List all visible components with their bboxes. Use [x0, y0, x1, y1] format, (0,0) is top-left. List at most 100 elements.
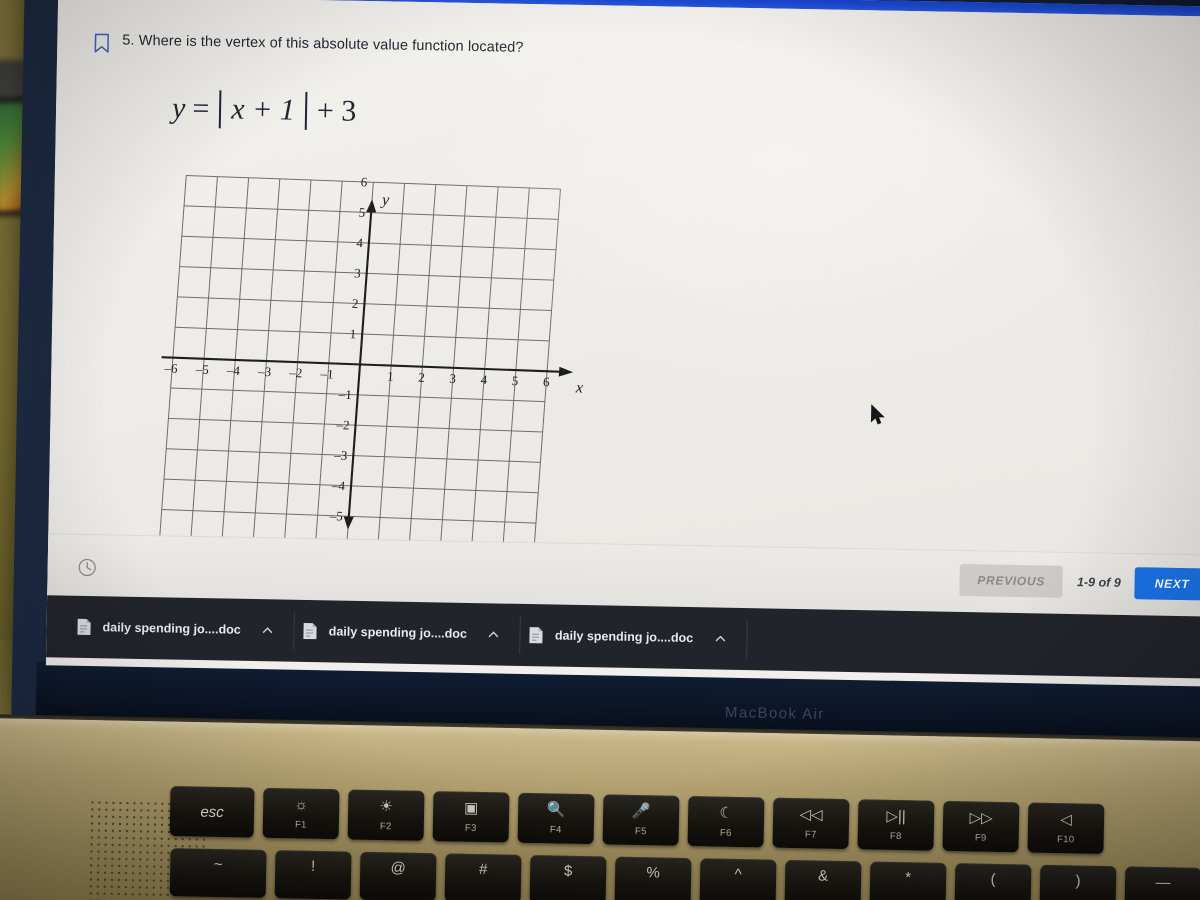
page-count-label: 1-9 of 9	[1076, 575, 1121, 590]
document-icon	[77, 618, 91, 636]
key-label: $	[563, 862, 573, 880]
bookmark-outline-icon[interactable]	[93, 33, 110, 54]
key-spotlight-search-icon[interactable]: 🔍 F4	[517, 792, 595, 845]
chevron-up-icon[interactable]	[488, 628, 500, 640]
equation-display: y = x + 1 + 3	[172, 89, 357, 130]
play-pause-icon: ▷||	[886, 807, 906, 825]
key-label: *	[905, 869, 912, 887]
brightness-up-icon: ☀	[379, 797, 394, 815]
svg-text:5: 5	[511, 373, 519, 388]
key-fn-label: F9	[974, 831, 987, 844]
clock-icon[interactable]	[77, 558, 96, 577]
key-symbol-7[interactable]: &	[784, 859, 862, 900]
svg-text:3: 3	[449, 371, 457, 386]
key-fn-label: F8	[889, 830, 902, 842]
svg-text:–5: –5	[328, 508, 343, 523]
key-escape-key[interactable]: esc	[169, 786, 255, 838]
document-icon	[529, 627, 544, 644]
key-brightness-down-icon[interactable]: ☼ F1	[262, 787, 340, 840]
key-fast-forward-icon[interactable]: ▷▷ F9	[942, 800, 1020, 853]
abs-bar-right-icon	[304, 91, 308, 130]
rewind-icon: ◁◁	[799, 805, 823, 824]
key-symbol-11[interactable]: —	[1124, 866, 1200, 900]
key-fn-label: F4	[549, 823, 562, 836]
key-fn-label: F5	[634, 825, 647, 837]
key-mission-control-icon[interactable]: ▣ F3	[432, 791, 510, 843]
next-button[interactable]: NEXT	[1134, 567, 1200, 601]
key-symbol-3[interactable]: #	[444, 853, 522, 900]
svg-text:–3: –3	[257, 364, 272, 379]
svg-text:–5: –5	[194, 361, 209, 376]
mute-icon: ◁	[1060, 810, 1073, 828]
key-label: (	[990, 870, 996, 888]
svg-text:4: 4	[356, 235, 364, 250]
key-symbol-1[interactable]: !	[274, 850, 352, 900]
key-symbol-4[interactable]: $	[529, 855, 607, 900]
equation-inner: x + 1	[231, 92, 296, 127]
svg-text:–4: –4	[331, 478, 347, 493]
key-label: —	[1155, 874, 1171, 892]
brightness-down-icon: ☼	[294, 795, 309, 814]
key-label: esc	[200, 803, 224, 821]
key-label: #	[478, 861, 488, 879]
key-fn-label: F10	[1056, 833, 1075, 845]
key-label: !	[310, 857, 316, 875]
key-symbol-5[interactable]: %	[614, 856, 692, 900]
key-label: @	[390, 859, 406, 877]
question-header: 5. Where is the vertex of this absolute …	[93, 32, 524, 62]
download-filename: daily spending jo....doc	[328, 624, 468, 641]
key-fn-label: F2	[379, 820, 392, 832]
macbook-brand-label: MacBook Air	[724, 704, 825, 723]
svg-text:–6: –6	[163, 360, 179, 375]
chevron-up-icon[interactable]	[714, 632, 726, 644]
key-symbol-0[interactable]: ~	[169, 848, 267, 898]
svg-text:2: 2	[418, 370, 426, 385]
screenshot-root: MacBook Air 5. Where is the vertex of th…	[0, 0, 1200, 900]
graph-svg: –6–5–4–3–2–1123456654321–1–2–3–4–5–6 xy	[159, 174, 584, 554]
svg-text:5: 5	[358, 205, 366, 220]
key-rewind-icon[interactable]: ◁◁ F7	[772, 797, 850, 850]
key-label: ^	[734, 865, 742, 884]
dictation-mic-icon: 🎤	[631, 802, 651, 820]
mission-control-icon: ▣	[463, 799, 479, 817]
svg-text:1: 1	[387, 368, 395, 383]
key-symbol-9[interactable]: (	[954, 863, 1032, 900]
key-do-not-disturb-moon-icon[interactable]: ☾ F6	[687, 795, 765, 848]
laptop-screen: 5. Where is the vertex of this absolute …	[45, 0, 1200, 687]
pagination-controls: PREVIOUS 1-9 of 9 NEXT	[959, 563, 1200, 601]
key-fn-label: F7	[804, 828, 817, 840]
svg-text:–1: –1	[319, 366, 334, 381]
svg-text:–3: –3	[333, 447, 348, 462]
download-filename: daily spending jo....doc	[102, 620, 241, 637]
download-item[interactable]: daily spending jo....doc	[294, 611, 522, 654]
previous-button[interactable]: PREVIOUS	[959, 563, 1064, 598]
quiz-page: 5. Where is the vertex of this absolute …	[47, 0, 1200, 617]
svg-text:3: 3	[354, 265, 362, 280]
document-icon	[303, 622, 317, 640]
svg-text:6: 6	[360, 174, 368, 189]
key-play-pause-icon[interactable]: ▷|| F8	[857, 799, 935, 851]
y-axis-label: y	[379, 192, 390, 209]
key-symbol-10[interactable]: )	[1039, 864, 1117, 900]
key-mute-icon[interactable]: ◁ F10	[1027, 802, 1105, 854]
key-label: ~	[213, 855, 223, 874]
equation-equals: =	[192, 91, 210, 126]
svg-text:2: 2	[351, 296, 359, 311]
download-item[interactable]: daily spending jo....doc	[520, 615, 748, 659]
key-fn-label: F3	[464, 822, 477, 834]
key-brightness-up-icon[interactable]: ☀ F2	[347, 789, 425, 841]
key-dictation-mic-icon[interactable]: 🎤 F5	[602, 794, 680, 846]
equation-plus-term: + 3	[316, 94, 357, 128]
fast-forward-icon: ▷▷	[969, 808, 993, 827]
key-symbol-8[interactable]: *	[869, 861, 947, 900]
download-item[interactable]: daily spending jo....doc	[68, 607, 296, 650]
key-symbol-2[interactable]: @	[359, 851, 437, 900]
chevron-up-icon[interactable]	[262, 624, 274, 636]
abs-bar-left-icon	[218, 90, 222, 129]
question-text: 5. Where is the vertex of this absolute …	[122, 32, 524, 56]
key-label: &	[817, 867, 829, 885]
key-label: )	[1075, 872, 1081, 890]
key-symbol-6[interactable]: ^	[699, 858, 777, 900]
do-not-disturb-moon-icon: ☾	[719, 804, 734, 822]
svg-text:–1: –1	[337, 387, 352, 402]
